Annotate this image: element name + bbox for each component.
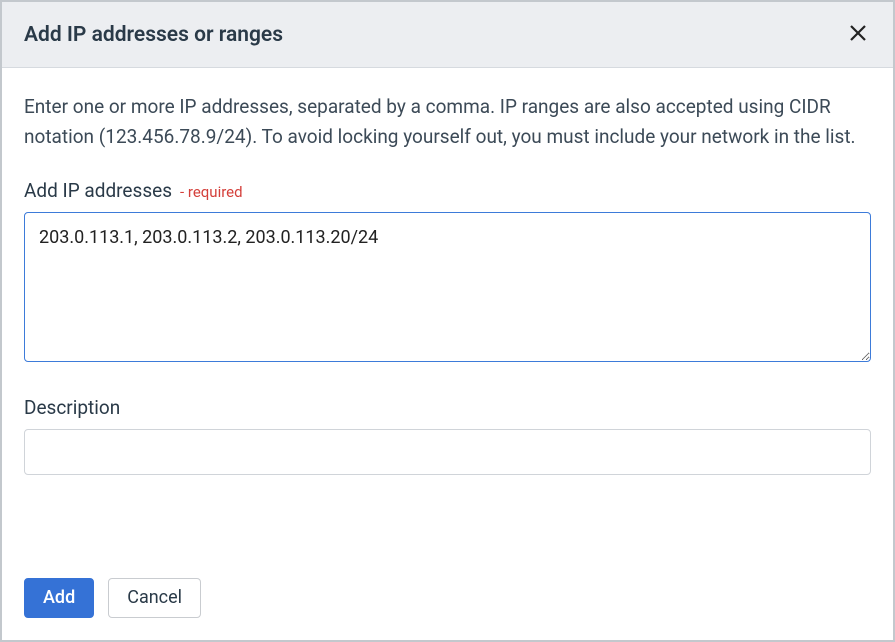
dialog-footer: Add Cancel xyxy=(2,578,893,640)
required-indicator: - required xyxy=(180,183,243,201)
ip-addresses-input[interactable] xyxy=(24,212,871,362)
close-button[interactable] xyxy=(845,20,871,49)
ip-addresses-field-group: Add IP addresses - required xyxy=(24,179,871,366)
add-ip-dialog: Add IP addresses or ranges Enter one or … xyxy=(0,0,895,642)
description-input[interactable] xyxy=(24,429,871,475)
description-label: Description xyxy=(24,396,120,419)
description-label-row: Description xyxy=(24,396,871,419)
description-field-group: Description xyxy=(24,396,871,475)
dialog-title: Add IP addresses or ranges xyxy=(24,23,283,47)
cancel-button[interactable]: Cancel xyxy=(108,578,201,618)
ip-addresses-label-row: Add IP addresses - required xyxy=(24,179,871,202)
instructions-text: Enter one or more IP addresses, separate… xyxy=(24,92,871,153)
ip-addresses-label: Add IP addresses xyxy=(24,179,172,202)
dialog-header: Add IP addresses or ranges xyxy=(2,2,893,68)
dialog-body: Enter one or more IP addresses, separate… xyxy=(2,68,893,578)
add-button[interactable]: Add xyxy=(24,578,94,618)
close-icon xyxy=(849,24,867,45)
